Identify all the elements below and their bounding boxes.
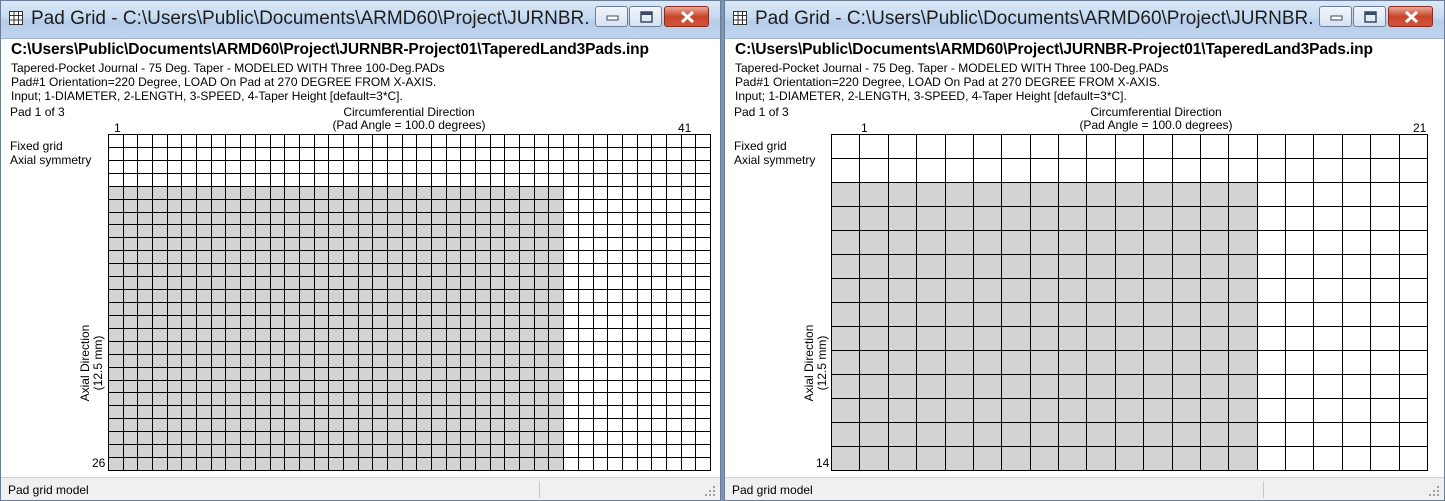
col-start-label: 1: [114, 121, 121, 135]
file-path: C:\Users\Public\Documents\ARMD60\Project…: [735, 41, 1373, 58]
maximize-icon: [1364, 11, 1377, 23]
maximize-button[interactable]: [1353, 6, 1386, 27]
col-end-label: 41: [678, 121, 692, 135]
pad-label: Pad 1 of 3: [10, 105, 65, 119]
axial-direction-label: Axial Direction (12.5 mm): [78, 323, 105, 403]
status-bar: Pad grid model: [725, 477, 1444, 500]
window-title: Pad Grid - C:\Users\Public\Documents\ARM…: [755, 8, 1315, 29]
col-end-label: 21: [1413, 121, 1427, 135]
info-line-2: Pad#1 Orientation=220 Degree, LOAD On Pa…: [11, 75, 437, 89]
info-line-3: Input; 1-DIAMETER, 2-LENGTH, 3-SPEED, 4-…: [735, 89, 1127, 103]
row-end-label: 26: [92, 456, 106, 470]
title-bar[interactable]: Pad Grid - C:\Users\Public\Documents\ARM…: [725, 1, 1444, 39]
grid-app-icon: [9, 11, 23, 25]
minimize-button[interactable]: [1319, 6, 1352, 27]
axial-subtitle: (12.5 mm): [815, 335, 829, 391]
resize-grip-icon[interactable]: [704, 485, 716, 497]
title-bar[interactable]: Pad Grid - C:\Users\Public\Documents\ARM…: [1, 1, 720, 39]
pad-grid-window-1: Pad Grid - C:\Users\Public\Documents\ARM…: [0, 0, 721, 501]
info-line-1: Tapered-Pocket Journal - 75 Deg. Taper -…: [735, 61, 1169, 75]
close-icon: [680, 10, 695, 24]
info-line-1: Tapered-Pocket Journal - 75 Deg. Taper -…: [11, 61, 445, 75]
axial-subtitle: (12.5 mm): [91, 335, 105, 391]
maximize-button[interactable]: [629, 6, 662, 27]
close-button[interactable]: [1388, 6, 1433, 27]
info-line-2: Pad#1 Orientation=220 Degree, LOAD On Pa…: [735, 75, 1161, 89]
status-bar: Pad grid model: [1, 477, 720, 500]
row-end-label: 14: [816, 456, 830, 470]
grid-mode-label: Fixed grid: [734, 139, 787, 153]
col-start-label: 1: [861, 121, 868, 135]
grid-mode-label: Fixed grid: [10, 139, 63, 153]
maximize-icon: [640, 11, 653, 23]
status-text: Pad grid model: [732, 483, 813, 497]
symmetry-label: Axial symmetry: [734, 153, 816, 167]
pad-grid[interactable]: [831, 134, 1428, 471]
grid-canvas: C:\Users\Public\Documents\ARMD60\Project…: [728, 39, 1441, 478]
info-line-3: Input; 1-DIAMETER, 2-LENGTH, 3-SPEED, 4-…: [11, 89, 403, 103]
grid-canvas: C:\Users\Public\Documents\ARMD60\Project…: [4, 39, 717, 478]
pad-grid-window-2: Pad Grid - C:\Users\Public\Documents\ARM…: [724, 0, 1445, 501]
window-title: Pad Grid - C:\Users\Public\Documents\ARM…: [31, 8, 591, 29]
close-button[interactable]: [664, 6, 709, 27]
minimize-button[interactable]: [595, 6, 628, 27]
file-path: C:\Users\Public\Documents\ARMD60\Project…: [11, 41, 649, 58]
minimize-icon: [1330, 15, 1343, 21]
circumferential-subtitle: (Pad Angle = 100.0 degrees): [332, 118, 486, 132]
status-separator: [1263, 481, 1264, 498]
resize-grip-icon[interactable]: [1428, 485, 1440, 497]
status-separator: [539, 481, 540, 498]
status-text: Pad grid model: [8, 483, 89, 497]
grid-app-icon: [733, 11, 747, 25]
circumferential-subtitle: (Pad Angle = 100.0 degrees): [1079, 118, 1233, 132]
pad-label: Pad 1 of 3: [734, 105, 789, 119]
symmetry-label: Axial symmetry: [10, 153, 92, 167]
axial-direction-label: Axial Direction (12.5 mm): [802, 323, 829, 403]
minimize-icon: [606, 15, 619, 21]
close-icon: [1404, 10, 1419, 24]
pad-grid[interactable]: [108, 134, 711, 471]
